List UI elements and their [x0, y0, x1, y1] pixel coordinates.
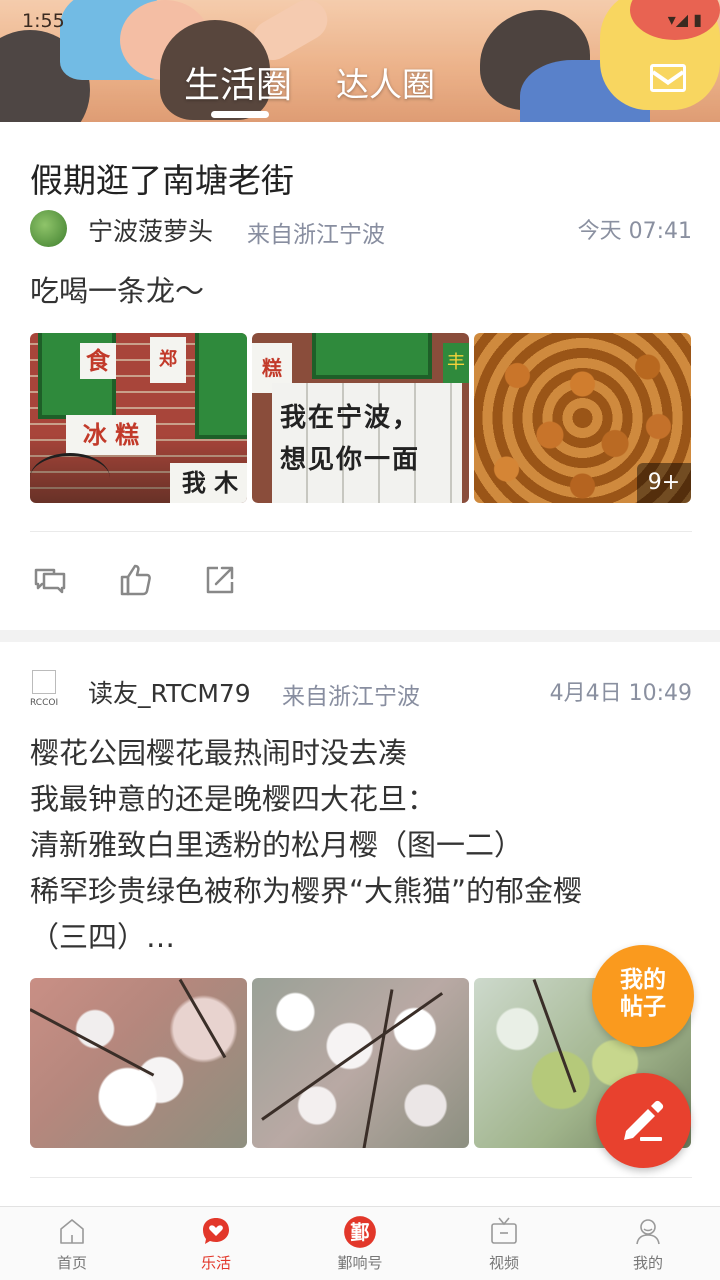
tab-life-circle[interactable]: 生活圈 — [184, 56, 292, 108]
nav-home[interactable]: 首页 — [12, 1207, 132, 1280]
status-time: 1:55 — [22, 10, 65, 32]
svg-text:鄞: 鄞 — [350, 1221, 369, 1244]
avatar[interactable] — [30, 210, 67, 247]
post-body[interactable]: 樱花公园樱花最热闹时没去凑 我最钟意的还是晚樱四大花旦： 清新雅致白里透粉的松月… — [30, 730, 700, 960]
post-body-line: （三四）… — [30, 920, 176, 954]
author-row: 宁波菠萝头 来自浙江宁波 今天 07:41 — [30, 208, 692, 248]
avatar[interactable] — [32, 670, 56, 694]
photo-thumbnail[interactable]: 食 郑 冰 糕 我 木 — [30, 333, 247, 503]
my-posts-button[interactable]: 我的 帖子 — [592, 945, 694, 1047]
active-tab-indicator — [211, 111, 269, 118]
photo-thumbnail[interactable]: 9+ — [474, 333, 691, 503]
nav-me[interactable]: 我的 — [588, 1207, 708, 1280]
post-body-line: 清新雅致白里透粉的松月樱（图一二） — [30, 828, 524, 862]
home-icon — [60, 1219, 84, 1244]
status-icons: ▾◢ ▮ — [667, 10, 702, 29]
more-photos-badge[interactable]: 9+ — [637, 463, 691, 503]
author-name[interactable]: 宁波菠萝头 — [88, 212, 213, 248]
author-name[interactable]: 读友_RTCM79 — [88, 674, 251, 710]
heart-chat-icon — [203, 1218, 229, 1244]
post-time: 4月4日 10:49 — [549, 681, 692, 706]
comment-icon[interactable] — [32, 562, 68, 598]
share-icon[interactable] — [202, 562, 238, 598]
section-separator — [0, 630, 720, 642]
author-location: 来自浙江宁波 — [282, 684, 420, 710]
header-banner: 1:55 ▾◢ ▮ 生活圈 达人圈 — [0, 0, 720, 122]
pencil-icon — [624, 1100, 664, 1141]
person-icon — [636, 1219, 660, 1245]
tab-expert-circle[interactable]: 达人圈 — [336, 58, 435, 106]
post-body[interactable]: 吃喝一条龙～ — [30, 268, 204, 314]
post-title[interactable]: 假期逛了南塘老街 — [30, 154, 294, 202]
post-actions — [30, 562, 330, 602]
post-body-line: 稀罕珍贵绿色被称为樱界“大熊猫”的郁金樱 — [30, 874, 583, 908]
photo-thumbnail[interactable] — [252, 978, 469, 1148]
compose-post-button[interactable] — [596, 1073, 691, 1168]
tv-icon — [491, 1217, 517, 1244]
nav-yinxiang[interactable]: 鄞 鄞响号 — [300, 1207, 420, 1280]
post-body-line: 樱花公园樱花最热闹时没去凑 — [30, 736, 408, 770]
post-card[interactable]: 假期逛了南塘老街 宁波菠萝头 来自浙江宁波 今天 07:41 吃喝一条龙～ 食 … — [0, 122, 720, 630]
envelope-icon[interactable] — [650, 64, 686, 92]
post-body-line: 我最钟意的还是晚樱四大花旦： — [30, 782, 437, 816]
avatar-text: RCCOI — [30, 698, 59, 708]
nav-video[interactable]: 视频 — [444, 1207, 564, 1280]
author-location: 来自浙江宁波 — [247, 222, 385, 248]
bottom-navigation: 首页 乐活 鄞 鄞响号 视频 我的 — [0, 1206, 720, 1280]
divider — [30, 531, 692, 532]
author-row: RCCOI 读友_RTCM79 来自浙江宁波 4月4日 10:49 — [30, 670, 692, 710]
photo-grid: 食 郑 冰 糕 我 木 糕 丰 我在宁波， 想见你一面 9+ — [30, 333, 692, 503]
photo-thumbnail[interactable]: 糕 丰 我在宁波， 想见你一面 — [252, 333, 469, 503]
post-time: 今天 07:41 — [577, 219, 692, 244]
yin-logo-icon: 鄞 — [344, 1216, 376, 1248]
photo-thumbnail[interactable] — [30, 978, 247, 1148]
nav-life[interactable]: 乐活 — [156, 1207, 276, 1280]
like-icon[interactable] — [118, 562, 154, 598]
divider — [30, 1177, 692, 1178]
